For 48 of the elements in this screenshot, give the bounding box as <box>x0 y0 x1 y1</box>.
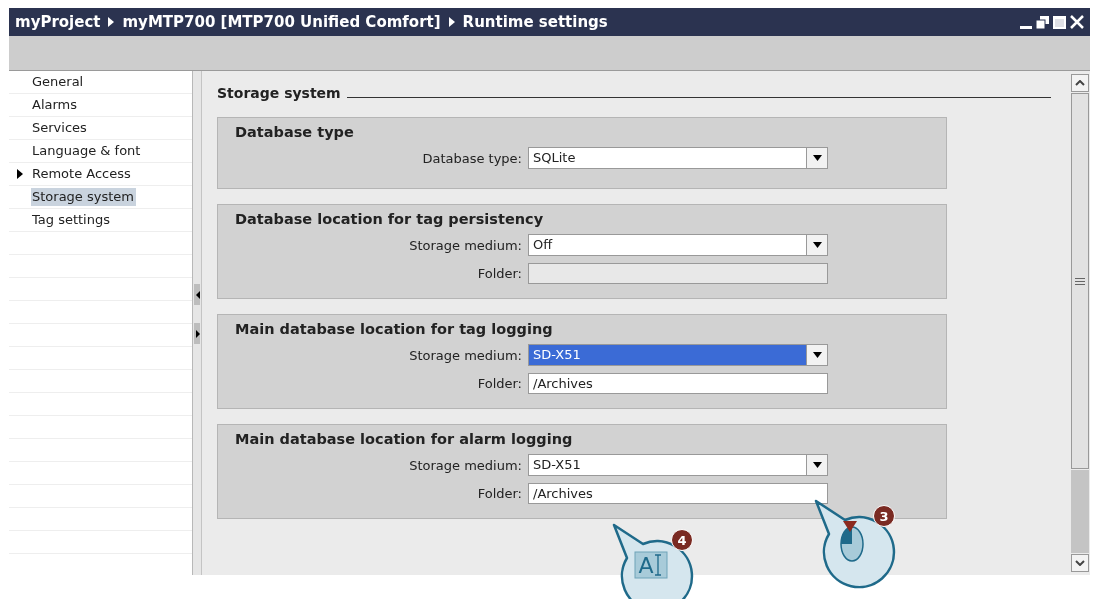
navigation-item[interactable]: Storage system <box>31 188 136 206</box>
field-label: Storage medium: <box>408 457 522 473</box>
dropdown-value: SD-X51 <box>529 345 806 365</box>
breadcrumb-item[interactable]: Runtime settings <box>462 13 608 31</box>
expand-right-button[interactable] <box>194 323 200 344</box>
navigation-item[interactable]: Tag settings <box>31 211 112 229</box>
navigation-item[interactable]: Services <box>31 119 89 137</box>
vertical-scrollbar[interactable] <box>1070 71 1090 575</box>
group-title: Main database location for tag logging <box>235 321 554 337</box>
folder-field[interactable]: /Archives <box>528 372 828 394</box>
restore-icon[interactable] <box>1036 15 1049 29</box>
dropdown[interactable]: SD-X51 <box>528 344 828 366</box>
maximize-icon[interactable] <box>1053 15 1066 29</box>
scroll-thumb[interactable] <box>1071 93 1089 469</box>
navigation-item[interactable]: Language & font <box>31 142 143 160</box>
dropdown-value: SQLite <box>532 149 577 167</box>
dropdown[interactable]: Off <box>528 234 828 256</box>
field-label: Folder: <box>476 265 522 281</box>
field-label: Storage medium: <box>408 237 522 253</box>
field-label: Storage medium: <box>408 347 522 363</box>
mouse-click-icon <box>840 521 864 562</box>
scroll-up-icon[interactable] <box>1071 74 1089 92</box>
group-title: Database type <box>235 124 355 140</box>
left-arrow-icon <box>196 290 200 299</box>
collapse-left-button[interactable] <box>194 284 200 305</box>
navigation-item[interactable]: Alarms <box>31 96 80 114</box>
dropdown[interactable]: SQLite <box>528 147 828 169</box>
scroll-down-icon[interactable] <box>1071 554 1089 572</box>
breadcrumb-item[interactable]: myMTP700 [MTP700 Unified Comfort] <box>122 13 441 31</box>
folder-field[interactable]: /Archives <box>528 482 828 504</box>
field-label: Database type: <box>421 150 522 166</box>
dropdown-value: Off <box>532 236 554 254</box>
dropdown-value: SD-X51 <box>532 456 582 474</box>
navigation-item[interactable]: Remote Access <box>31 165 133 183</box>
right-arrow-icon <box>196 329 200 338</box>
dropdown[interactable]: SD-X51 <box>528 454 828 476</box>
breadcrumb-item[interactable]: myProject <box>15 13 101 31</box>
text-cursor-icon: A <box>634 551 668 579</box>
section-title: Storage system <box>217 85 341 101</box>
breadcrumb-arrow-icon <box>108 17 115 27</box>
close-icon[interactable] <box>1070 15 1084 29</box>
field-label: Folder: <box>476 485 522 501</box>
breadcrumb-arrow-icon <box>448 17 455 27</box>
expand-arrow-icon[interactable] <box>17 169 23 179</box>
group-title: Main database location for alarm logging <box>235 431 574 447</box>
group-title: Database location for tag persistency <box>235 211 545 227</box>
field-label: Folder: <box>476 375 522 391</box>
navigation-item[interactable]: General <box>31 73 86 91</box>
